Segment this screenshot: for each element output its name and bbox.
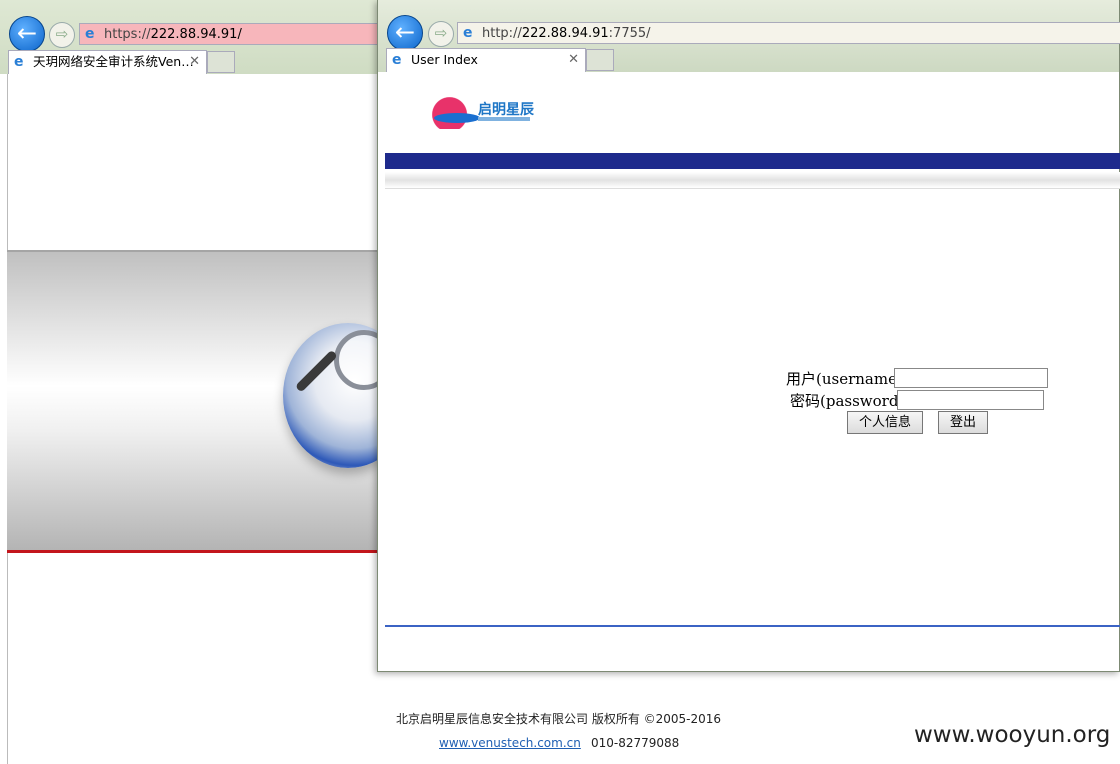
logout-button[interactable]: 登出 [938,411,988,434]
footer-phone: 010-82779088 [591,736,680,750]
logo-text: 启明星辰 [478,102,534,118]
profile-button[interactable]: 个人信息 [847,411,923,434]
header-bar [385,153,1120,169]
username-field[interactable] [894,368,1048,388]
back-arrow-icon[interactable]: ← [9,16,45,52]
tab-active[interactable]: e 天玥网络安全审计系统Ven… ✕ [8,50,207,74]
address-bar[interactable]: e https://222.88.94.91/ [79,23,379,45]
back-arrow-icon[interactable]: ← [387,15,423,51]
ie-logo-icon: e [463,25,473,41]
front-browser-toolbar: ← ⇨ e http://222.88.94.91:7755/ e User I… [378,0,1120,72]
ie-logo-icon: e [392,52,402,68]
password-field[interactable] [897,390,1044,410]
password-label: 密码(password) [790,392,905,410]
header-subbar [385,172,1120,189]
address-bar[interactable]: e http://222.88.94.91:7755/ [457,22,1120,44]
footer-link[interactable]: www.venustech.com.cn [439,736,581,750]
new-tab-button[interactable] [207,51,235,73]
logo-subtext-bar [478,117,530,121]
tab-title: 天玥网络安全审计系统Ven… [33,54,194,69]
footer-copyright: 北京启明星辰信息安全技术有限公司 版权所有 ©2005-2016 [396,712,722,726]
ie-logo-icon: e [85,26,95,42]
front-browser-window: ← ⇨ e http://222.88.94.91:7755/ e User I… [377,0,1120,672]
ie-logo-icon: e [14,54,24,70]
forward-arrow-icon[interactable]: ⇨ [49,22,75,48]
venustech-logo: 启明星辰 [416,97,536,131]
new-tab-button[interactable] [586,49,614,71]
watermark: www.wooyun.org [914,722,1111,748]
tab-active[interactable]: e User Index ✕ [386,48,586,72]
close-icon[interactable]: ✕ [189,51,200,73]
logo-swoosh [434,113,480,123]
tab-title: User Index [411,52,478,67]
username-label: 用户(username) [786,370,903,388]
close-icon[interactable]: ✕ [568,49,579,71]
forward-arrow-icon[interactable]: ⇨ [428,21,454,47]
footer-divider [385,625,1120,627]
